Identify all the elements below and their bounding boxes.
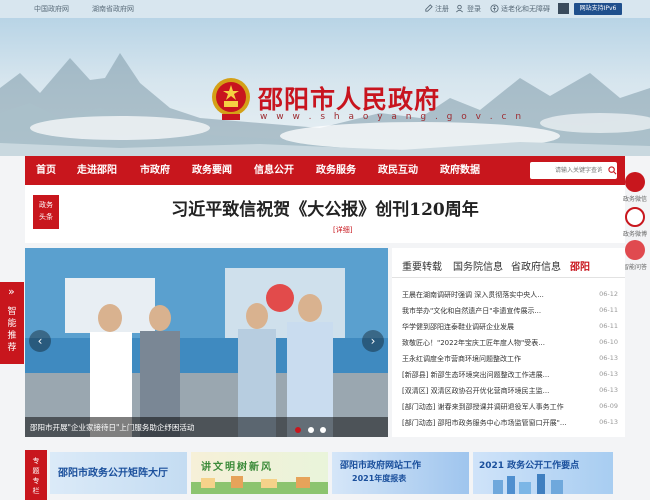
topic-civilization-title: 讲文明树新风 — [201, 462, 273, 473]
topic-banner-disclosure-points[interactable]: 2021 政务公开工作要点 — [473, 452, 613, 494]
nav-government-services[interactable]: 政务服务 — [316, 156, 356, 185]
nav-home[interactable]: 首页 — [36, 156, 56, 185]
search-icon[interactable] — [608, 166, 617, 175]
news-item-date: 06-13 — [599, 354, 618, 362]
ipv6-badge: 网站支持IPv6 — [574, 3, 622, 15]
search-input[interactable] — [530, 162, 602, 179]
wechat-label: 政务微信 — [622, 196, 647, 203]
slide-caption[interactable]: 邵阳市开展"企业家接待日"上门服务助企纾困活动 — [30, 422, 194, 433]
register-link[interactable]: 注册 — [435, 4, 449, 14]
topic-disclosure-points-title: 2021 政务公开工作要点 — [479, 461, 580, 471]
nav-government-data[interactable]: 政府数据 — [440, 156, 480, 185]
login-link[interactable]: 登录 — [467, 4, 481, 14]
news-item-date: 06-11 — [599, 306, 618, 314]
news-item[interactable]: 王永红调度全市营商环境问题整改工作 06-13 — [402, 354, 618, 368]
weibo-icon — [625, 207, 645, 227]
news-item-title: [新邵县] 新邵生态环境突出问题整改工作进展... — [402, 371, 550, 379]
weibo-float-item[interactable]: 政务微博 — [620, 207, 650, 238]
nav-government-news[interactable]: 政务要闻 — [192, 156, 232, 185]
slider-prev-button[interactable]: ‹ — [29, 330, 51, 352]
slide-photo — [25, 248, 388, 437]
edit-icon — [425, 4, 433, 12]
headline-section: 政务 头条 习近平致信祝贺《大公报》创刊120周年 [详细] — [25, 185, 625, 243]
news-item-title: [部门动态] 谢春来到邵授课并调研退役军人事务工作 — [402, 403, 564, 411]
nav-information-disclosure[interactable]: 信息公开 — [254, 156, 294, 185]
slide-caption-bar: 邵阳市开展"企业家接待日"上门服务助企纾困活动 — [25, 417, 388, 437]
qr-code-icon[interactable] — [558, 3, 569, 14]
slider-next-button[interactable]: › — [362, 330, 384, 352]
headline-detail-link[interactable]: [详细] — [333, 225, 352, 235]
news-item-title: [双清区] 双清区政协召开优化营商环境民主监... — [402, 387, 550, 395]
smart-recommend-label: 智能推荐 — [7, 307, 17, 353]
topic-banner-website-report[interactable]: 邵阳市政府网站工作 2021年度报表 — [332, 452, 469, 494]
accessibility-link[interactable]: 适老化和无障碍 — [501, 4, 550, 14]
nav-public-interaction[interactable]: 政民互动 — [378, 156, 418, 185]
topic-website-report-title: 邵阳市政府网站工作 — [340, 461, 422, 471]
site-title: 邵阳市人民政府 — [258, 85, 441, 114]
town-illustration — [191, 476, 328, 494]
site-url: w w w . s h a o y a n g . g o v . c n — [260, 112, 525, 122]
news-item[interactable]: [新邵县] 新邵生态环境突出问题整改工作进展... 06-13 — [402, 370, 618, 384]
news-item-date: 06-13 — [599, 418, 618, 426]
user-icon — [456, 4, 463, 13]
topic-website-report-subtitle: 2021年度报表 — [352, 474, 407, 483]
news-item-title: 致敬匠心！"2022年宝庆工匠年度人物"受表... — [402, 339, 545, 347]
headline-badge: 政务 头条 — [33, 195, 59, 229]
news-item[interactable]: [双清区] 双清区政协召开优化营商环境民主监... 06-13 — [402, 386, 618, 400]
link-gov-cn[interactable]: 中国政府网 — [34, 4, 69, 14]
tab-shaoyang[interactable]: 邵阳 — [570, 258, 590, 273]
headline-badge-line1: 政务 — [39, 201, 53, 209]
news-item-date: 06-13 — [599, 386, 618, 394]
news-item[interactable]: 致敬匠心！"2022年宝庆工匠年度人物"受表... 06-10 — [402, 338, 618, 352]
news-item[interactable]: 华学健到邵阳连泰鞋业调研企业发展 06-11 — [402, 322, 618, 336]
headline-title[interactable]: 习近平致信祝贺《大公报》创刊120周年 — [95, 195, 555, 220]
wechat-icon — [625, 172, 645, 192]
news-item[interactable]: [部门动态] 谢春来到邵授课并调研退役军人事务工作 06-09 — [402, 402, 618, 416]
topic-banner-civilization[interactable]: 讲文明树新风 — [191, 452, 328, 494]
tab-provincial-government[interactable]: 省政府信息 — [511, 258, 561, 273]
slider-dot[interactable] — [295, 427, 301, 433]
weibo-label: 政务微博 — [622, 231, 647, 238]
top-bar: 中国政府网 湖南省政府网 注册 登录 适老化和无障碍 网站支持IPv6 — [0, 0, 650, 18]
news-item-title: [部门动态] 邵阳市政务服务中心市场监管窗口开展"... — [402, 419, 567, 427]
link-hunan-gov[interactable]: 湖南省政府网 — [92, 4, 134, 14]
news-tabs: 重要转载 国务院信息 省政府信息 邵阳 — [392, 258, 625, 278]
slider-dot[interactable] — [307, 427, 314, 433]
slider-dot[interactable] — [320, 427, 326, 433]
photo-slider: ‹ › 邵阳市开展"企业家接待日"上门服务助企纾困活动 — [25, 248, 388, 437]
news-item-date: 06-11 — [599, 322, 618, 330]
news-item-title: 华学健到邵阳连泰鞋业调研企业发展 — [402, 323, 514, 331]
news-item[interactable]: 王晨在湖南调研时强调 深入贯彻落实中央人... 06-12 — [402, 290, 618, 304]
news-item-title: 我市举办"文化和自然遗产日"非遗宣传展示... — [402, 307, 542, 315]
topic-matrix-hall-title: 邵阳市政务公开矩阵大厅 — [58, 468, 168, 479]
slider-dots — [295, 423, 326, 436]
city-illustration — [493, 474, 563, 494]
tab-important-reprints[interactable]: 重要转载 — [402, 258, 442, 273]
headline-badge-line2: 头条 — [39, 213, 53, 221]
accessibility-icon — [490, 4, 499, 13]
header-banner: 邵阳市人民政府 w w w . s h a o y a n g . g o v … — [0, 18, 650, 156]
topic-banner-matrix-hall[interactable]: 邵阳市政务公开矩阵大厅 — [50, 452, 187, 494]
nav-about-shaoyang[interactable]: 走进邵阳 — [77, 156, 117, 185]
wechat-float-item[interactable]: 政务微信 — [620, 172, 650, 203]
news-item[interactable]: 我市举办"文化和自然遗产日"非遗宣传展示... 06-11 — [402, 306, 618, 320]
national-emblem — [212, 78, 250, 120]
tab-state-council[interactable]: 国务院信息 — [453, 258, 503, 273]
chevron-right-icon: » — [8, 285, 15, 298]
news-item-title: 王晨在湖南调研时强调 深入贯彻落实中央人... — [402, 291, 544, 299]
topics-tag: 专题专栏 — [25, 450, 47, 500]
news-item-title: 王永红调度全市营商环境问题整改工作 — [402, 355, 521, 363]
search-box — [530, 162, 617, 179]
news-item-date: 06-09 — [599, 402, 618, 410]
main-nav: 首页 走进邵阳 市政府 政务要闻 信息公开 政务服务 政民互动 政府数据 — [25, 156, 625, 185]
news-item-date: 06-12 — [599, 290, 618, 298]
news-item-date: 06-10 — [599, 338, 618, 346]
news-item[interactable]: [部门动态] 邵阳市政务服务中心市场监管窗口开展"... 06-13 — [402, 418, 618, 432]
nav-city-government[interactable]: 市政府 — [140, 156, 170, 185]
news-item-date: 06-13 — [599, 370, 618, 378]
robot-icon — [625, 240, 645, 260]
news-panel: 重要转载 国务院信息 省政府信息 邵阳 王晨在湖南调研时强调 深入贯彻落实中央人… — [392, 248, 625, 437]
smart-recommend-tag[interactable]: » 智能推荐 — [0, 282, 24, 364]
